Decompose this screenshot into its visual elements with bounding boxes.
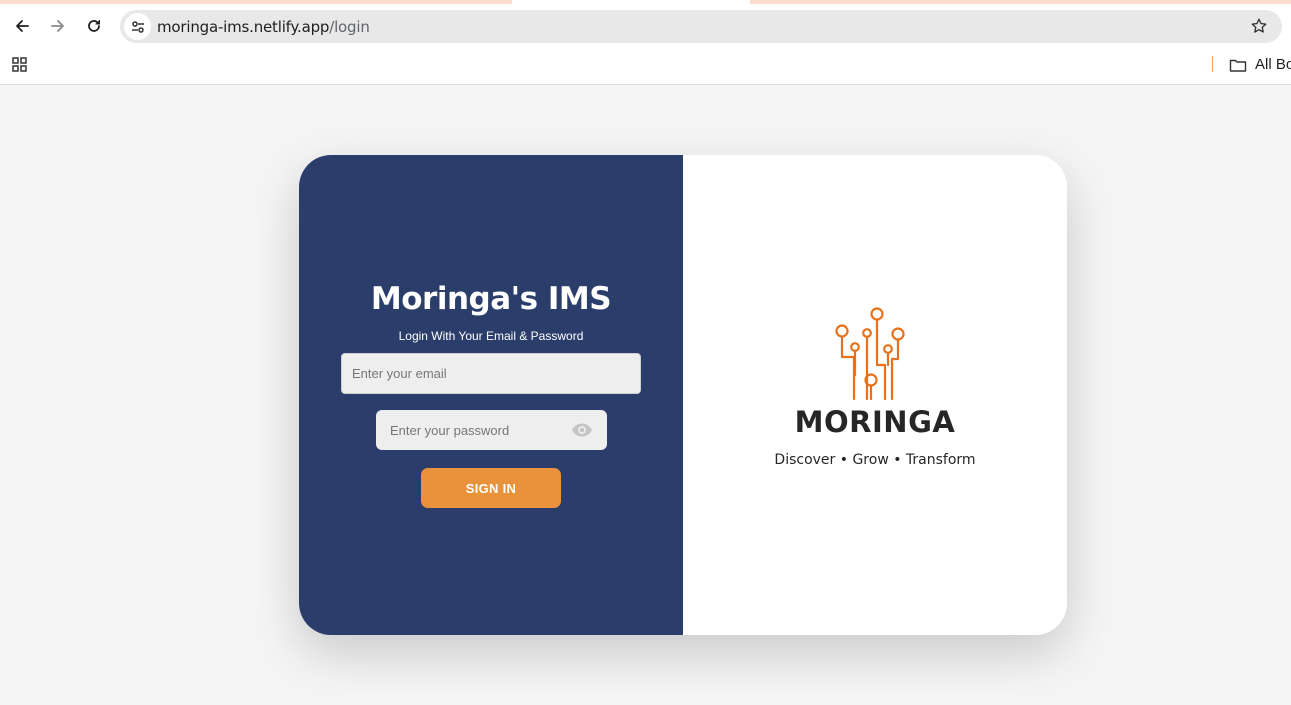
url-path: /login	[329, 18, 370, 36]
all-bookmarks-label: All Bo	[1255, 56, 1291, 73]
apps-button[interactable]	[12, 57, 28, 78]
email-field[interactable]	[341, 353, 641, 394]
arrow-left-icon	[16, 20, 29, 32]
eye-icon	[572, 423, 592, 437]
url-host: moringa-ims.netlify.app	[157, 18, 330, 36]
star-icon	[1251, 18, 1267, 33]
sign-in-button[interactable]: SIGN IN	[421, 468, 561, 508]
show-password-toggle[interactable]	[571, 422, 593, 443]
url-text[interactable]: moringa-ims.netlify.app/login	[157, 18, 370, 36]
password-field-wrapper	[376, 410, 607, 450]
login-subtitle: Login With Your Email & Password	[398, 329, 584, 343]
brand-panel: MORINGA Discover • Grow • Transform	[683, 155, 1067, 635]
brand-tagline: Discover • Grow • Transform	[774, 452, 976, 468]
forward-button[interactable]	[44, 12, 72, 40]
brand-name: MORINGA	[794, 405, 956, 439]
folder-icon	[1229, 59, 1247, 72]
tune-icon	[131, 20, 144, 33]
password-field[interactable]	[376, 410, 566, 450]
login-page: Moringa's IMS Login With Your Email & Pa…	[0, 85, 1291, 705]
bookmarks-bar: All Bo	[0, 50, 1291, 85]
reload-button[interactable]	[80, 12, 108, 40]
all-bookmarks-button[interactable]: All Bo	[1229, 56, 1291, 73]
bookmark-star-button[interactable]	[1250, 17, 1268, 40]
site-info-button[interactable]	[124, 13, 151, 40]
arrow-right-icon	[51, 20, 64, 32]
address-bar[interactable]: moringa-ims.netlify.app/login	[120, 10, 1282, 43]
reload-icon	[88, 20, 100, 32]
browser-toolbar: moringa-ims.netlify.app/login	[0, 4, 1291, 50]
bookmarks-divider	[1212, 56, 1213, 72]
back-button[interactable]	[8, 12, 36, 40]
login-card: Moringa's IMS Login With Your Email & Pa…	[299, 155, 1067, 635]
apps-grid-icon	[12, 57, 27, 72]
circuit-tree-logo-icon	[835, 307, 905, 401]
page-title: Moringa's IMS	[370, 281, 612, 317]
login-panel: Moringa's IMS Login With Your Email & Pa…	[299, 155, 683, 635]
